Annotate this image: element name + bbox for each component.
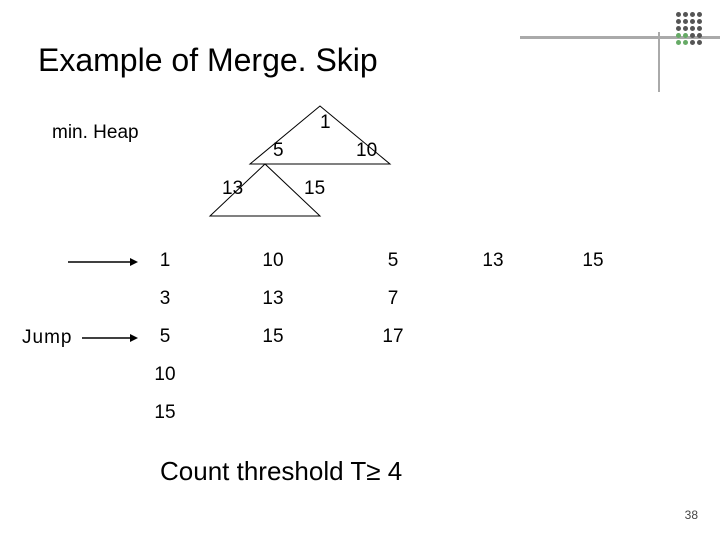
arrow-icon [68,256,138,268]
heap-node-right1: 10 [356,140,377,162]
decorative-bar-vertical [658,32,660,92]
heap-node-right2: 15 [304,178,325,200]
page-number: 38 [685,508,698,522]
list-item: 15 [150,402,180,424]
list-item: 15 [258,326,288,348]
list-item: 3 [150,288,180,310]
list-item: 10 [150,364,180,386]
list-item: 5 [150,326,180,348]
list-item: 10 [258,250,288,272]
slide-logo [676,12,702,45]
heap-node-left1: 5 [273,140,284,162]
jump-label: Jump [22,327,72,349]
minheap-label: min. Heap [52,122,139,144]
list-item: 15 [578,250,608,272]
list-item: 1 [150,250,180,272]
list-item: 13 [478,250,508,272]
heap-node-left2: 13 [222,178,243,200]
heap-node-top: 1 [320,112,331,134]
list-item: 13 [258,288,288,310]
heap-triangles [210,106,470,216]
arrow-icon [82,332,138,344]
slide-title: Example of Merge. Skip [38,42,378,79]
threshold-text: Count threshold T≥ 4 [160,456,402,487]
list-item: 17 [378,326,408,348]
list-item: 5 [378,250,408,272]
list-item: 7 [378,288,408,310]
